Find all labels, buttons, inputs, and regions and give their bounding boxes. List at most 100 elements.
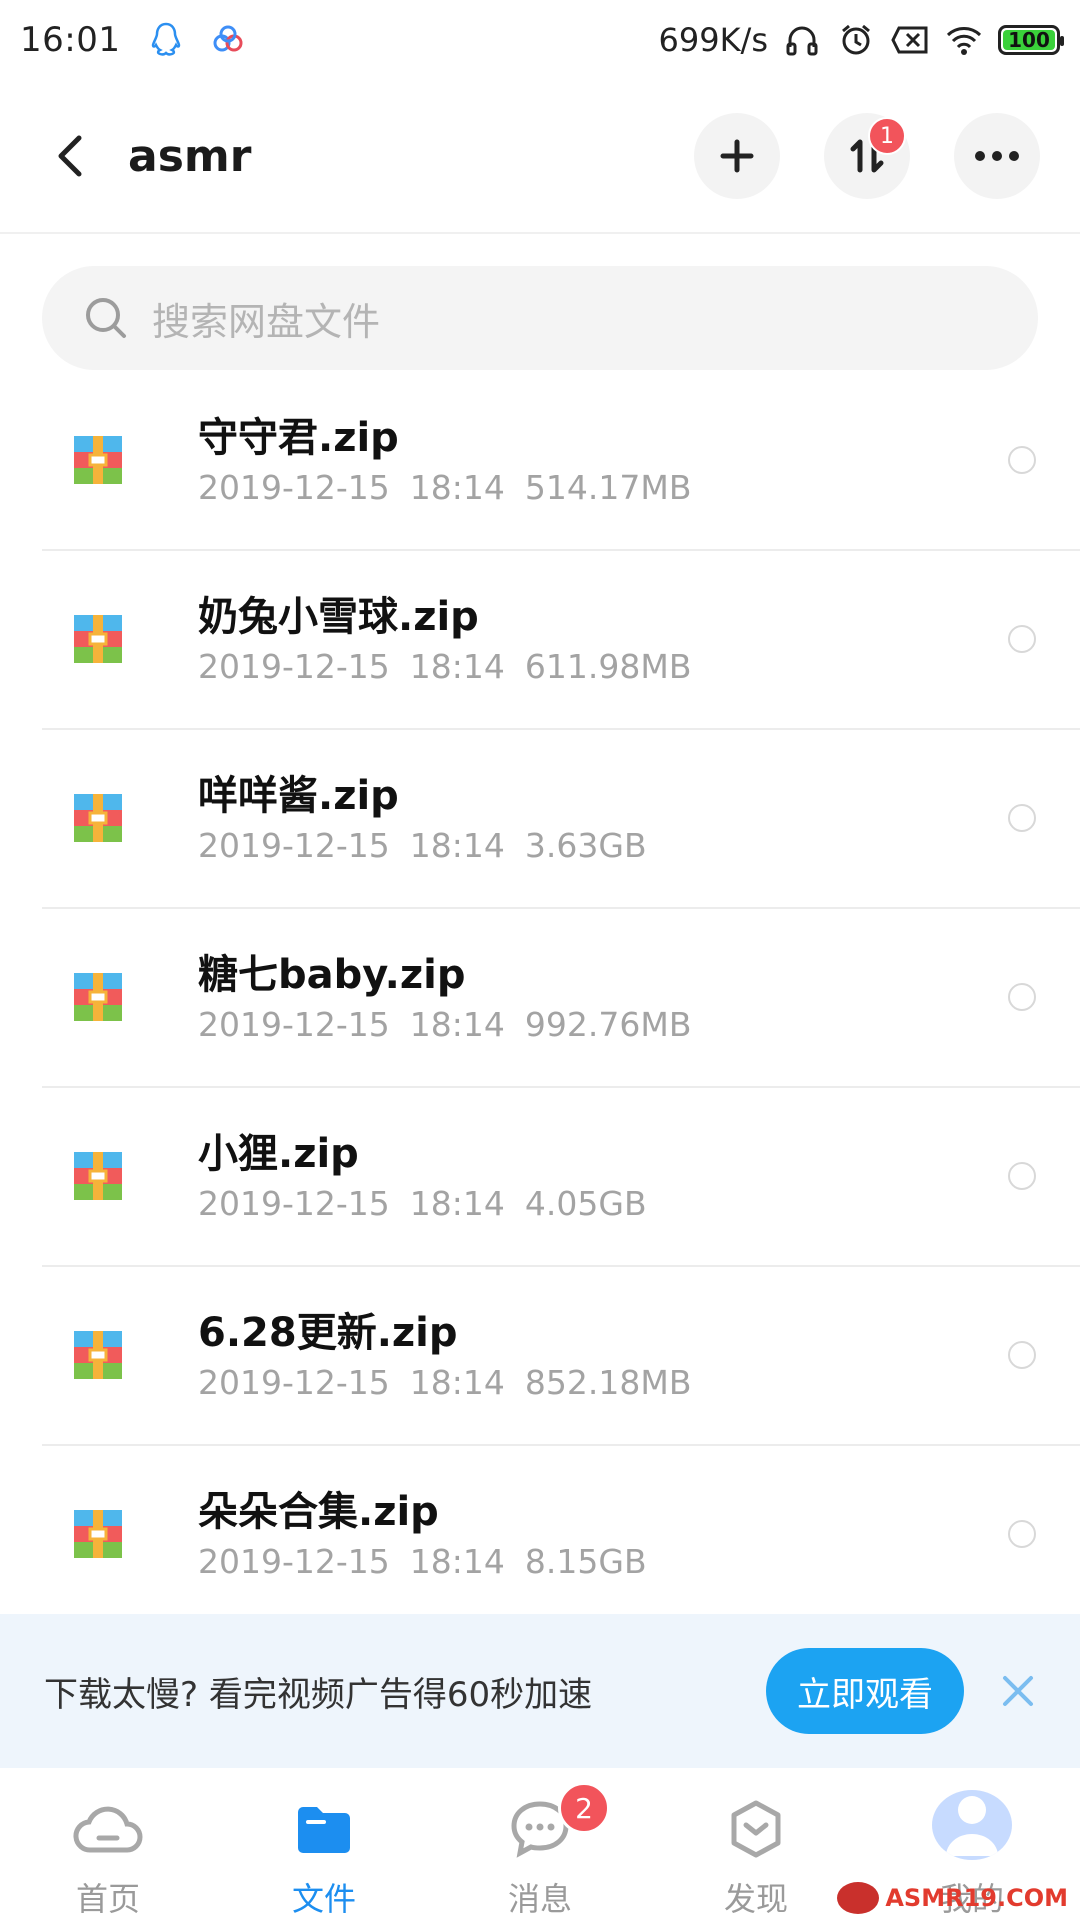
baidu-cloud-icon bbox=[208, 20, 248, 60]
file-row[interactable]: 朵朵合集.zip 2019-12-15 18:14 8.15GB bbox=[0, 1444, 1080, 1623]
messages-badge: 2 bbox=[558, 1782, 610, 1834]
ad-close-button[interactable] bbox=[988, 1661, 1048, 1721]
alarm-icon bbox=[836, 20, 876, 60]
file-date: 2019-12-15 bbox=[198, 1363, 390, 1402]
folder-icon bbox=[289, 1798, 359, 1860]
nav-discover[interactable]: 发现 bbox=[648, 1768, 864, 1920]
file-time: 18:14 bbox=[409, 1005, 505, 1044]
zip-file-icon bbox=[74, 435, 122, 484]
back-button[interactable] bbox=[30, 116, 110, 196]
nav-messages[interactable]: 2 消息 bbox=[432, 1768, 648, 1920]
file-row[interactable]: 小狸.zip 2019-12-15 18:14 4.05GB bbox=[0, 1086, 1080, 1265]
file-meta: 2019-12-15 18:14 3.63GB bbox=[198, 826, 647, 865]
select-radio[interactable] bbox=[1008, 803, 1036, 832]
file-name: 咩咩酱.zip bbox=[198, 773, 399, 819]
select-radio[interactable] bbox=[1008, 1519, 1036, 1548]
watermark-text: ASMR19.COM bbox=[885, 1884, 1068, 1912]
avatar-icon bbox=[932, 1790, 1012, 1860]
battery-icon: 100 bbox=[998, 25, 1064, 55]
file-info: 6.28更新.zip 2019-12-15 18:14 852.18MB bbox=[198, 1307, 691, 1402]
more-button[interactable] bbox=[954, 113, 1040, 199]
file-size: 611.98MB bbox=[524, 647, 692, 686]
file-time: 18:14 bbox=[409, 1363, 505, 1402]
header: asmr 1 bbox=[0, 80, 1080, 234]
ad-text: 下载太慢? 看完视频广告得60秒加速 bbox=[44, 1674, 593, 1715]
select-radio[interactable] bbox=[1008, 624, 1036, 653]
wifi-icon bbox=[944, 20, 984, 60]
file-size: 992.76MB bbox=[524, 1005, 692, 1044]
file-name: 守守君.zip bbox=[198, 415, 399, 461]
file-info: 咩咩酱.zip 2019-12-15 18:14 3.63GB bbox=[198, 770, 647, 865]
file-info: 守守君.zip 2019-12-15 18:14 514.17MB bbox=[198, 412, 691, 507]
add-button[interactable] bbox=[694, 113, 780, 199]
file-time: 18:14 bbox=[409, 826, 505, 865]
nav-home[interactable]: 首页 bbox=[0, 1768, 216, 1920]
nav-label-discover: 发现 bbox=[723, 1880, 788, 1918]
watermark-logo bbox=[837, 1882, 880, 1914]
file-size: 3.63GB bbox=[524, 826, 647, 865]
zip-file-icon bbox=[74, 972, 122, 1021]
search-input[interactable]: 搜索网盘文件 bbox=[42, 266, 1038, 370]
file-meta: 2019-12-15 18:14 992.76MB bbox=[198, 1005, 691, 1044]
file-name: 奶兔小雪球.zip bbox=[198, 594, 479, 640]
file-date: 2019-12-15 bbox=[198, 1005, 390, 1044]
status-bar: 16:01 699K/s 100 bbox=[0, 0, 1080, 80]
file-size: 852.18MB bbox=[524, 1363, 692, 1402]
nav-files[interactable]: 文件 bbox=[216, 1768, 432, 1920]
file-info: 奶兔小雪球.zip 2019-12-15 18:14 611.98MB bbox=[198, 591, 691, 686]
file-date: 2019-12-15 bbox=[198, 1542, 390, 1581]
file-row[interactable]: 6.28更新.zip 2019-12-15 18:14 852.18MB bbox=[0, 1265, 1080, 1444]
search-icon bbox=[86, 298, 126, 338]
file-info: 糖七baby.zip 2019-12-15 18:14 992.76MB bbox=[198, 949, 691, 1044]
watermark: ASMR19.COM bbox=[837, 1882, 1068, 1914]
nav-label-files: 文件 bbox=[291, 1880, 356, 1918]
file-meta: 2019-12-15 18:14 611.98MB bbox=[198, 647, 691, 686]
select-radio[interactable] bbox=[1008, 1340, 1036, 1369]
select-radio[interactable] bbox=[1008, 1161, 1036, 1190]
transfer-button[interactable]: 1 bbox=[824, 113, 910, 199]
zip-file-icon bbox=[74, 1509, 122, 1558]
file-meta: 2019-12-15 18:14 4.05GB bbox=[198, 1184, 647, 1223]
file-row[interactable]: 糖七baby.zip 2019-12-15 18:14 992.76MB bbox=[0, 907, 1080, 1086]
battery-level: 100 bbox=[1008, 28, 1050, 52]
bottom-nav: 首页 文件 2 消息 发现 我的 ASMR19.COM bbox=[0, 1768, 1080, 1920]
nav-label-messages: 消息 bbox=[507, 1880, 572, 1918]
file-date: 2019-12-15 bbox=[198, 826, 390, 865]
file-date: 2019-12-15 bbox=[198, 468, 390, 507]
page-title: asmr bbox=[128, 130, 252, 182]
plus-icon bbox=[720, 139, 754, 173]
cloud-icon bbox=[73, 1798, 143, 1860]
file-row[interactable]: 奶兔小雪球.zip 2019-12-15 18:14 611.98MB bbox=[0, 549, 1080, 728]
file-row[interactable]: 守守君.zip 2019-12-15 18:14 514.17MB bbox=[0, 370, 1080, 549]
file-size: 4.05GB bbox=[524, 1184, 647, 1223]
watch-now-button[interactable]: 立即观看 bbox=[766, 1648, 964, 1734]
file-date: 2019-12-15 bbox=[198, 647, 390, 686]
zip-file-icon bbox=[74, 793, 122, 842]
file-row[interactable]: 咩咩酱.zip 2019-12-15 18:14 3.63GB bbox=[0, 728, 1080, 907]
file-meta: 2019-12-15 18:14 514.17MB bbox=[198, 468, 691, 507]
header-actions: 1 bbox=[694, 113, 1040, 199]
file-meta: 2019-12-15 18:14 852.18MB bbox=[198, 1363, 691, 1402]
transfer-badge: 1 bbox=[868, 117, 906, 155]
zip-file-icon bbox=[74, 614, 122, 663]
file-info: 小狸.zip 2019-12-15 18:14 4.05GB bbox=[198, 1128, 647, 1223]
file-time: 18:14 bbox=[409, 1184, 505, 1223]
file-list: 守守君.zip 2019-12-15 18:14 514.17MB 奶兔小雪球.zip 2… bbox=[0, 370, 1080, 1623]
nav-label-home: 首页 bbox=[75, 1880, 140, 1918]
file-meta: 2019-12-15 18:14 8.15GB bbox=[198, 1542, 647, 1581]
file-time: 18:14 bbox=[409, 468, 505, 507]
close-icon bbox=[1003, 1676, 1033, 1706]
qq-icon bbox=[146, 20, 186, 60]
file-name: 糖七baby.zip bbox=[198, 952, 466, 998]
select-radio[interactable] bbox=[1008, 982, 1036, 1011]
file-info: 朵朵合集.zip 2019-12-15 18:14 8.15GB bbox=[198, 1486, 647, 1581]
net-speed: 699K/s bbox=[658, 21, 768, 59]
ad-banner: 下载太慢? 看完视频广告得60秒加速 立即观看 bbox=[0, 1614, 1080, 1768]
status-right: 699K/s 100 bbox=[658, 20, 1064, 60]
file-size: 514.17MB bbox=[524, 468, 692, 507]
zip-file-icon bbox=[74, 1151, 122, 1200]
file-name: 小狸.zip bbox=[198, 1131, 359, 1177]
search-placeholder: 搜索网盘文件 bbox=[152, 299, 381, 344]
file-date: 2019-12-15 bbox=[198, 1184, 390, 1223]
select-radio[interactable] bbox=[1008, 445, 1036, 474]
